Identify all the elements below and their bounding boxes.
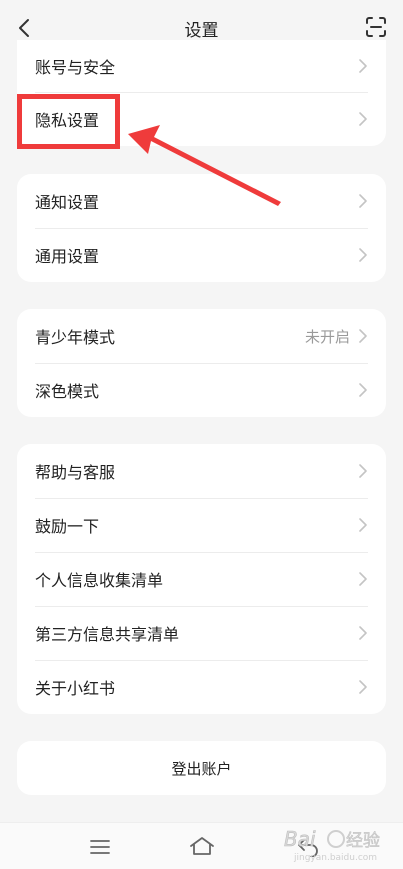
chevron-right-icon xyxy=(359,112,367,126)
chevron-right-icon xyxy=(359,626,367,640)
settings-item-help[interactable]: 帮助与客服 xyxy=(17,444,386,498)
settings-item-teen-mode[interactable]: 青少年模式 未开启 xyxy=(17,309,386,363)
chevron-right-icon xyxy=(359,194,367,208)
chevron-right-icon xyxy=(359,59,367,73)
logout-button[interactable]: 登出账户 xyxy=(17,741,386,795)
annotation-highlight-box xyxy=(17,94,120,149)
settings-item-personal-info-list[interactable]: 个人信息收集清单 xyxy=(17,552,386,606)
svg-text:jingyan.baidu.com: jingyan.baidu.com xyxy=(293,853,377,863)
chevron-right-icon xyxy=(359,383,367,397)
chevron-right-icon xyxy=(359,248,367,262)
chevron-right-icon xyxy=(359,518,367,532)
chevron-right-icon xyxy=(359,329,367,343)
settings-item-notifications[interactable]: 通知设置 xyxy=(17,174,386,228)
settings-item-about[interactable]: 关于小红书 xyxy=(17,660,386,714)
settings-item-account-security[interactable]: 账号与安全 xyxy=(17,40,386,92)
settings-item-third-party-list[interactable]: 第三方信息共享清单 xyxy=(17,606,386,660)
settings-group-notifications: 通知设置 通用设置 xyxy=(17,174,386,282)
settings-item-encourage[interactable]: 鼓励一下 xyxy=(17,498,386,552)
svg-text:Bai: Bai xyxy=(284,827,316,851)
svg-text:经验: 经验 xyxy=(346,831,380,851)
page-title: 设置 xyxy=(184,21,219,41)
chevron-right-icon xyxy=(359,572,367,586)
settings-group-modes: 青少年模式 未开启 深色模式 xyxy=(17,309,386,417)
settings-item-dark-mode[interactable]: 深色模式 xyxy=(17,363,386,417)
scan-icon[interactable] xyxy=(365,16,387,38)
menu-icon[interactable] xyxy=(88,837,112,857)
chevron-right-icon xyxy=(359,464,367,478)
chevron-right-icon xyxy=(359,680,367,694)
baidu-watermark-logo: Bai 经验 jingyan.baidu.com xyxy=(284,827,380,863)
settings-item-general[interactable]: 通用设置 xyxy=(17,228,386,282)
home-icon[interactable] xyxy=(188,835,216,857)
settings-group-help: 帮助与客服 鼓励一下 个人信息收集清单 第三方信息共享清单 关于小红书 xyxy=(17,444,386,714)
teen-mode-status: 未开启 xyxy=(304,327,350,346)
